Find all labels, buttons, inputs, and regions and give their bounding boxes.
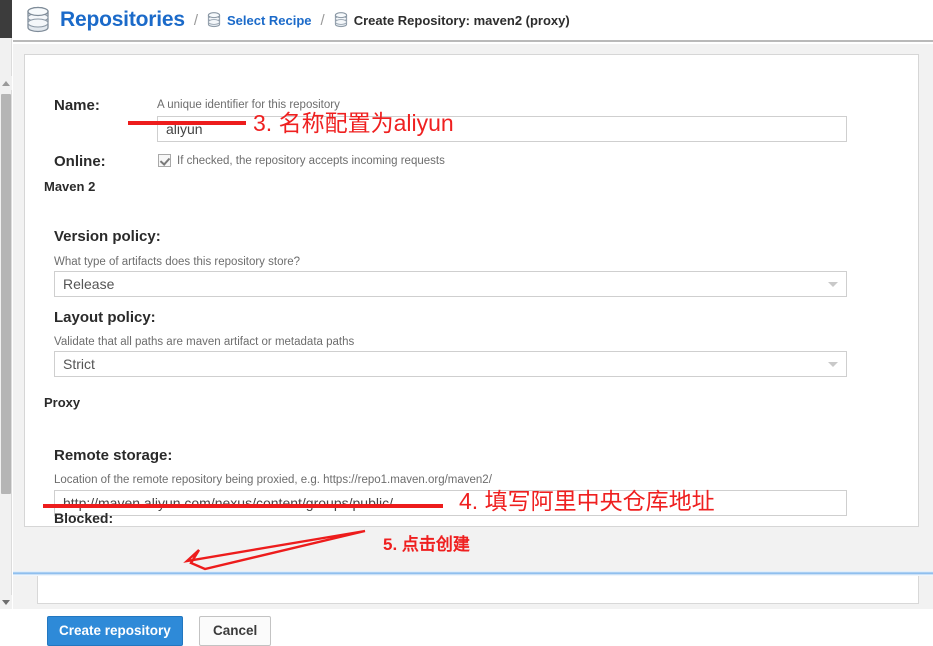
annotation-step-4: 4. 填写阿里中央仓库地址 [459, 488, 715, 514]
cancel-button[interactable]: Cancel [199, 616, 272, 646]
version-policy-hint: What type of artifacts does this reposit… [54, 256, 301, 268]
footer-panel [37, 576, 919, 604]
layout-policy-label: Layout policy: [54, 309, 156, 326]
layout-policy-value: Strict [63, 356, 95, 372]
maven2-section-title: Maven 2 [44, 179, 96, 194]
layout-policy-hint: Validate that all paths are maven artifa… [54, 336, 355, 348]
breadcrumb: Repositories / Select Recipe / Create Re… [13, 0, 933, 42]
name-field-label: Name: [54, 97, 100, 114]
remote-storage-hint: Location of the remote repository being … [54, 474, 492, 486]
remote-storage-label: Remote storage: [54, 447, 173, 464]
vertical-scrollbar[interactable] [0, 38, 12, 609]
online-checkbox[interactable] [158, 154, 171, 167]
create-repository-button[interactable]: Create repository [47, 616, 183, 646]
database-icon [207, 12, 221, 28]
online-field-hint: If checked, the repository accepts incom… [177, 155, 445, 167]
scroll-down-arrow-icon[interactable] [0, 595, 12, 609]
breadcrumb-current-page: Create Repository: maven2 (proxy) [353, 12, 570, 28]
breadcrumb-select-recipe-link[interactable]: Select Recipe [227, 13, 312, 28]
online-field-label: Online: [54, 153, 106, 170]
version-policy-value: Release [63, 276, 115, 292]
breadcrumb-separator-2: / [320, 11, 325, 29]
scroll-up-arrow-icon[interactable] [0, 76, 12, 90]
annotation-step-3: 3. 名称配置为aliyun [253, 110, 454, 136]
browser-chrome-block [0, 0, 12, 38]
annotation-step-5: 5. 点击创建 [383, 535, 470, 554]
breadcrumb-root-link[interactable]: Repositories [60, 8, 185, 32]
annotation-underline-remote-storage [43, 504, 443, 508]
annotation-arrow-icon [183, 529, 366, 571]
blocked-label: Blocked: [54, 510, 114, 526]
remote-storage-input[interactable]: http://maven.aliyun.com/nexus/content/gr… [54, 490, 847, 516]
version-policy-label: Version policy: [54, 228, 161, 245]
breadcrumb-separator-1: / [193, 11, 198, 29]
annotation-underline-name [128, 121, 246, 125]
chevron-down-icon [828, 362, 838, 367]
database-icon [334, 12, 348, 28]
page-body: Name: A unique identifier for this repos… [13, 44, 933, 646]
layout-policy-select[interactable]: Strict [54, 351, 847, 377]
chevron-down-icon [828, 282, 838, 287]
scrollbar-thumb[interactable] [1, 94, 11, 494]
proxy-section-title: Proxy [44, 395, 81, 410]
database-icon [25, 6, 51, 34]
version-policy-select[interactable]: Release [54, 271, 847, 297]
